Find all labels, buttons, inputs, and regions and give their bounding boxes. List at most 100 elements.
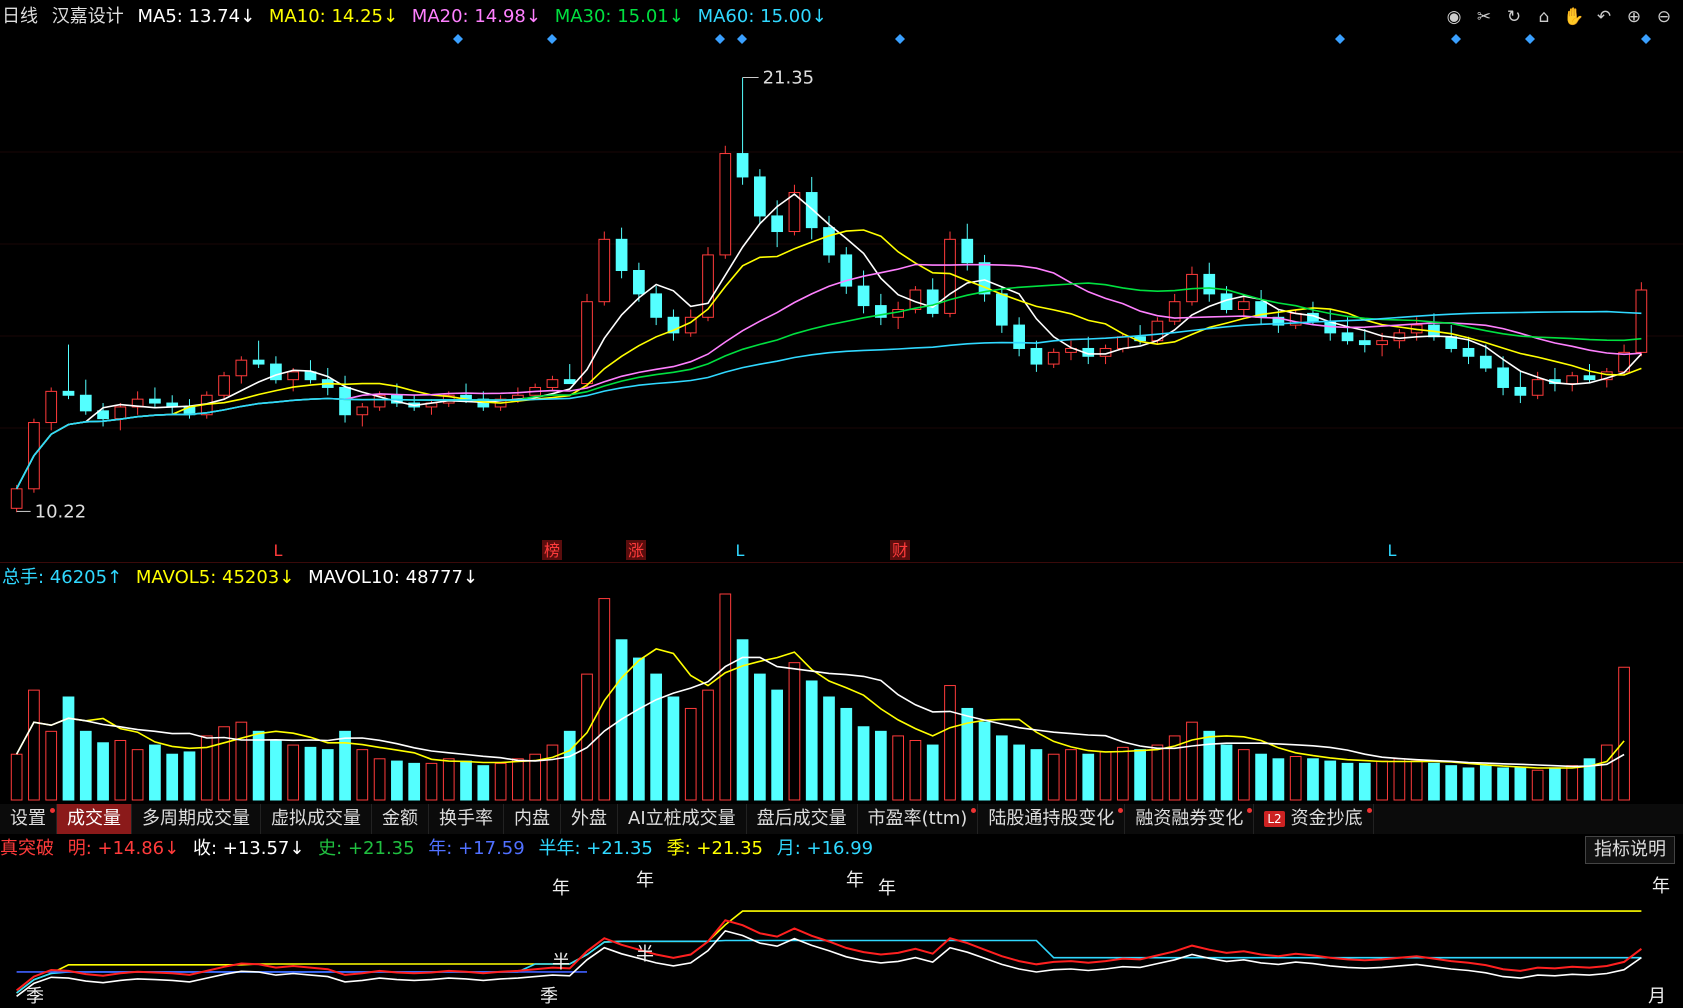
shi-line [16, 910, 1642, 994]
mavol10-value: MAVOL10: 48777↓ [308, 567, 478, 588]
hand-icon[interactable]: ✋ [1563, 6, 1585, 28]
event-mark: L [1388, 541, 1397, 560]
ma20-line [15, 263, 1642, 490]
candle-body [736, 153, 749, 178]
indicator-chart[interactable] [0, 866, 1683, 1007]
volume-bar [667, 696, 680, 801]
volume-bar [1013, 744, 1025, 801]
event-diamond [1451, 34, 1461, 44]
tab-label: 资金抄底 [1290, 808, 1363, 829]
candle-body [754, 176, 766, 217]
volume-bar [771, 689, 784, 801]
tab-5[interactable]: 换手率 [429, 804, 504, 834]
candle-body [218, 375, 230, 396]
candle-body [1393, 332, 1406, 342]
ma20-value: MA20: 14.98↓ [411, 6, 541, 27]
volume-bar [512, 758, 524, 801]
refresh-icon[interactable]: ↻ [1503, 6, 1525, 28]
shi-value: 史: +21.35 [318, 838, 415, 859]
tab-1[interactable]: 成交量 [57, 804, 132, 834]
volume-bar [1428, 762, 1440, 801]
zoom-in-icon[interactable]: ⊕ [1623, 6, 1645, 28]
volume-bar [10, 753, 23, 801]
volume-bar [97, 742, 109, 801]
lock-icon[interactable]: ⌂ [1533, 6, 1555, 28]
volume-bar [442, 758, 455, 801]
tab-label: 盘后成交量 [756, 808, 847, 829]
candle-body [1030, 347, 1043, 365]
high-price-label: 21.35 [763, 68, 815, 89]
price-chart[interactable]: 21.35 10.22 L 榜 涨 L 财 L [0, 30, 1683, 560]
period-label[interactable]: 日线 [2, 6, 38, 27]
tab-8[interactable]: AI立桩成交量 [618, 804, 747, 834]
candle-body [79, 394, 92, 412]
volume-bar [304, 746, 317, 801]
candle-body [114, 406, 127, 420]
candle-body [961, 238, 974, 264]
tab-9[interactable]: 盘后成交量 [747, 804, 858, 834]
tab-13[interactable]: L2 资金抄底 [1254, 804, 1374, 834]
volume-bar [1186, 721, 1198, 801]
volume-bar [546, 744, 559, 801]
ma10-value: MA10: 14.25↓ [268, 6, 399, 27]
total-volume: 总手: 46205↑ [2, 567, 123, 588]
indicator-help-button[interactable]: 指标说明 [1585, 836, 1675, 864]
event-diamond [1641, 34, 1651, 44]
candle-body [615, 238, 628, 272]
tab-6[interactable]: 内盘 [504, 804, 561, 834]
candle-body [10, 488, 23, 509]
tab-label: 多周期成交量 [142, 808, 250, 829]
candle-body [926, 289, 939, 314]
candle-body [598, 238, 611, 303]
indicator-header: 真突破 明: +14.86↓ 收: +13.57↓ 史: +21.35 年: +… [0, 838, 881, 860]
volume-bar [114, 739, 127, 801]
candle-body [1445, 336, 1458, 349]
volume-bar [235, 721, 248, 801]
volume-bar [1376, 760, 1388, 801]
volume-bar [1151, 744, 1164, 801]
event-diamond [737, 34, 747, 44]
volume-bar [1410, 760, 1423, 801]
tab-label: 陆股通持股变化 [988, 808, 1115, 829]
tab-0[interactable]: 设置 [0, 804, 57, 834]
volume-bar [1393, 758, 1406, 801]
tab-10[interactable]: 市盈率(ttm) [858, 804, 979, 834]
scissors-icon[interactable]: ✂ [1473, 6, 1495, 28]
volume-bar [995, 735, 1008, 801]
ming-line [15, 919, 1643, 992]
undo-icon[interactable]: ↶ [1593, 6, 1615, 28]
event-mark: 榜 [544, 541, 560, 560]
volume-bar [702, 689, 714, 801]
zoom-out-icon[interactable]: ⊖ [1653, 6, 1675, 28]
volume-bar [926, 744, 939, 801]
tab-7[interactable]: 外盘 [561, 804, 618, 834]
tab-11[interactable]: 陆股通持股变化 [978, 804, 1126, 834]
candle-body [1376, 340, 1388, 346]
tab-4[interactable]: 金额 [372, 804, 429, 834]
tab-3[interactable]: 虚拟成交量 [261, 804, 372, 834]
volume-bar [788, 662, 801, 801]
tab-label: 市盈率(ttm) [867, 808, 968, 829]
candle-body [97, 410, 109, 420]
stock-name: 汉嘉设计 [51, 6, 124, 27]
indicator-label: 年 [1652, 876, 1670, 897]
volume-bar [1116, 746, 1129, 801]
volume-header: 总手: 46205↑ MAVOL5: 45203↓ MAVOL10: 48777… [2, 567, 486, 589]
eye-icon[interactable]: ◉ [1443, 6, 1465, 28]
candle-body [45, 390, 58, 424]
candle-body [1514, 386, 1527, 396]
tab-2[interactable]: 多周期成交量 [132, 804, 261, 834]
ma30-line [15, 282, 1642, 490]
candle-body [1358, 340, 1371, 346]
volume-chart[interactable] [0, 590, 1683, 802]
indicator-label: 月 [1648, 986, 1666, 1007]
tab-label: 虚拟成交量 [271, 808, 361, 829]
candle-body [650, 293, 663, 318]
volume-bar [1134, 749, 1146, 801]
tab-dot [1366, 808, 1372, 813]
candle-body [287, 371, 300, 381]
candle-body [1116, 336, 1129, 349]
tab-12[interactable]: 融资融券变化 [1125, 804, 1255, 834]
candle-body [944, 238, 956, 314]
volume-bar [1497, 767, 1509, 801]
